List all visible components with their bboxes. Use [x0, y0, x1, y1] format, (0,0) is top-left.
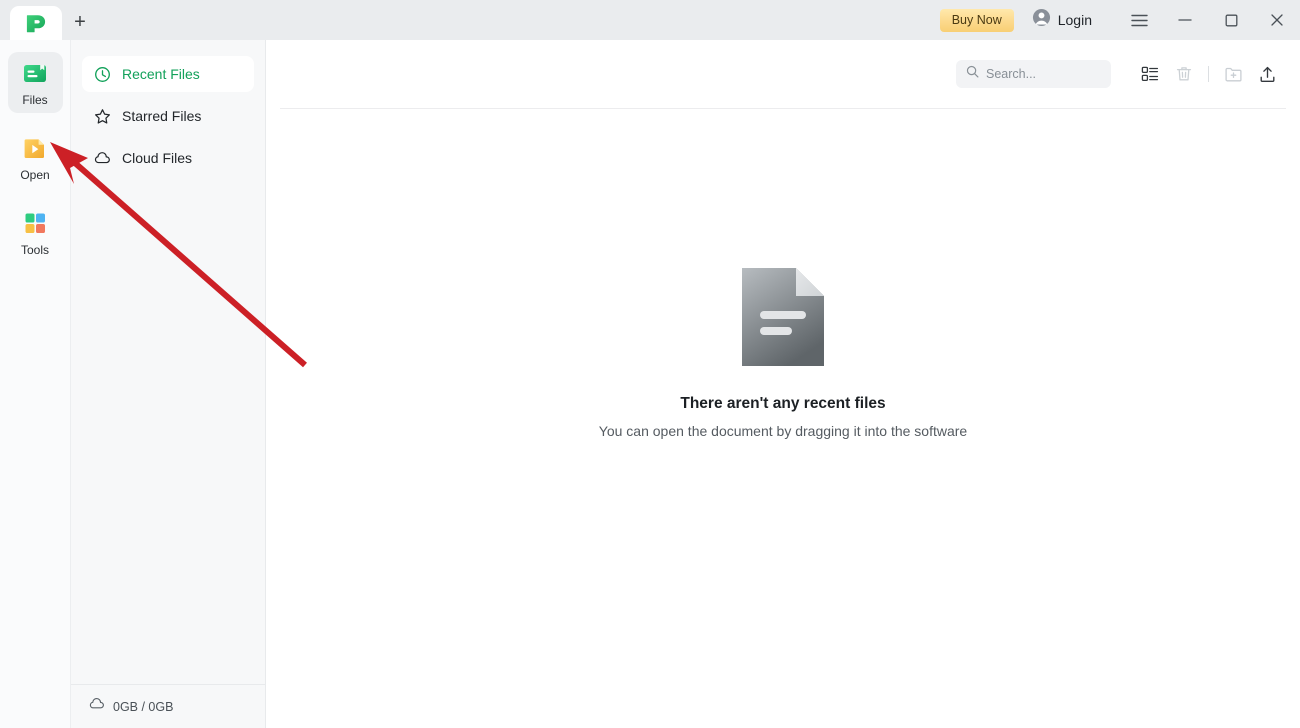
rail-item-label: Tools [20, 243, 49, 257]
search-icon [966, 65, 979, 83]
tab-home[interactable] [10, 6, 62, 40]
new-tab-button[interactable]: + [62, 6, 98, 40]
nav-list: Recent Files Starred Files Cloud Files [71, 40, 265, 176]
login-button[interactable]: Login [1032, 8, 1092, 32]
nav-item-label: Starred Files [122, 108, 202, 124]
storage-indicator[interactable]: 0GB / 0GB [71, 684, 266, 728]
nav-item-recent-files[interactable]: Recent Files [82, 56, 254, 92]
window-controls-group: Buy Now Login [939, 0, 1300, 40]
search-placeholder: Search... [986, 67, 1037, 81]
search-input[interactable]: Search... [956, 60, 1111, 88]
app-logo-icon [24, 12, 48, 34]
empty-state-title: There aren't any recent files [680, 395, 886, 412]
maximize-icon[interactable] [1208, 0, 1254, 40]
new-folder-icon[interactable] [1216, 59, 1250, 89]
hamburger-menu-icon[interactable] [1116, 0, 1162, 40]
login-label: Login [1057, 12, 1092, 28]
empty-state: There aren't any recent files You can op… [266, 108, 1300, 728]
nav-panel: Recent Files Starred Files Cloud Files 0… [71, 40, 266, 728]
storage-label: 0GB / 0GB [113, 699, 174, 714]
rail-item-files[interactable]: Files [7, 52, 63, 113]
tools-icon [21, 209, 49, 237]
empty-document-icon [740, 267, 826, 367]
cloud-icon [89, 696, 105, 717]
upload-icon[interactable] [1250, 59, 1284, 89]
cloud-icon [94, 150, 111, 167]
nav-item-label: Recent Files [122, 66, 200, 82]
nav-item-label: Cloud Files [122, 150, 193, 166]
star-icon [94, 108, 111, 125]
title-bar: + Buy Now Login [0, 0, 1300, 40]
toolbar-divider [1208, 66, 1209, 82]
main-content: Search... There aren't any recent files … [266, 40, 1300, 728]
list-view-icon[interactable] [1133, 59, 1167, 89]
nav-item-starred-files[interactable]: Starred Files [82, 98, 254, 134]
account-avatar-icon [1032, 8, 1051, 32]
close-icon[interactable] [1254, 0, 1300, 40]
open-icon [21, 134, 49, 162]
buy-now-button[interactable]: Buy Now [939, 8, 1014, 32]
rail-item-label: Files [22, 93, 48, 107]
minimize-icon[interactable] [1162, 0, 1208, 40]
app-window: + Buy Now Login Files Open Tools Recent … [0, 0, 1300, 728]
nav-item-cloud-files[interactable]: Cloud Files [82, 140, 254, 176]
delete-icon[interactable] [1167, 59, 1201, 89]
clock-icon [94, 66, 111, 83]
content-toolbar: Search... [266, 40, 1300, 108]
rail-item-tools[interactable]: Tools [8, 202, 63, 263]
left-rail: Files Open Tools [0, 40, 71, 728]
files-icon [21, 59, 49, 87]
tab-strip: + [0, 0, 98, 40]
rail-item-label: Open [20, 168, 50, 182]
rail-item-open[interactable]: Open [8, 127, 63, 188]
empty-state-subtitle: You can open the document by dragging it… [598, 423, 968, 439]
